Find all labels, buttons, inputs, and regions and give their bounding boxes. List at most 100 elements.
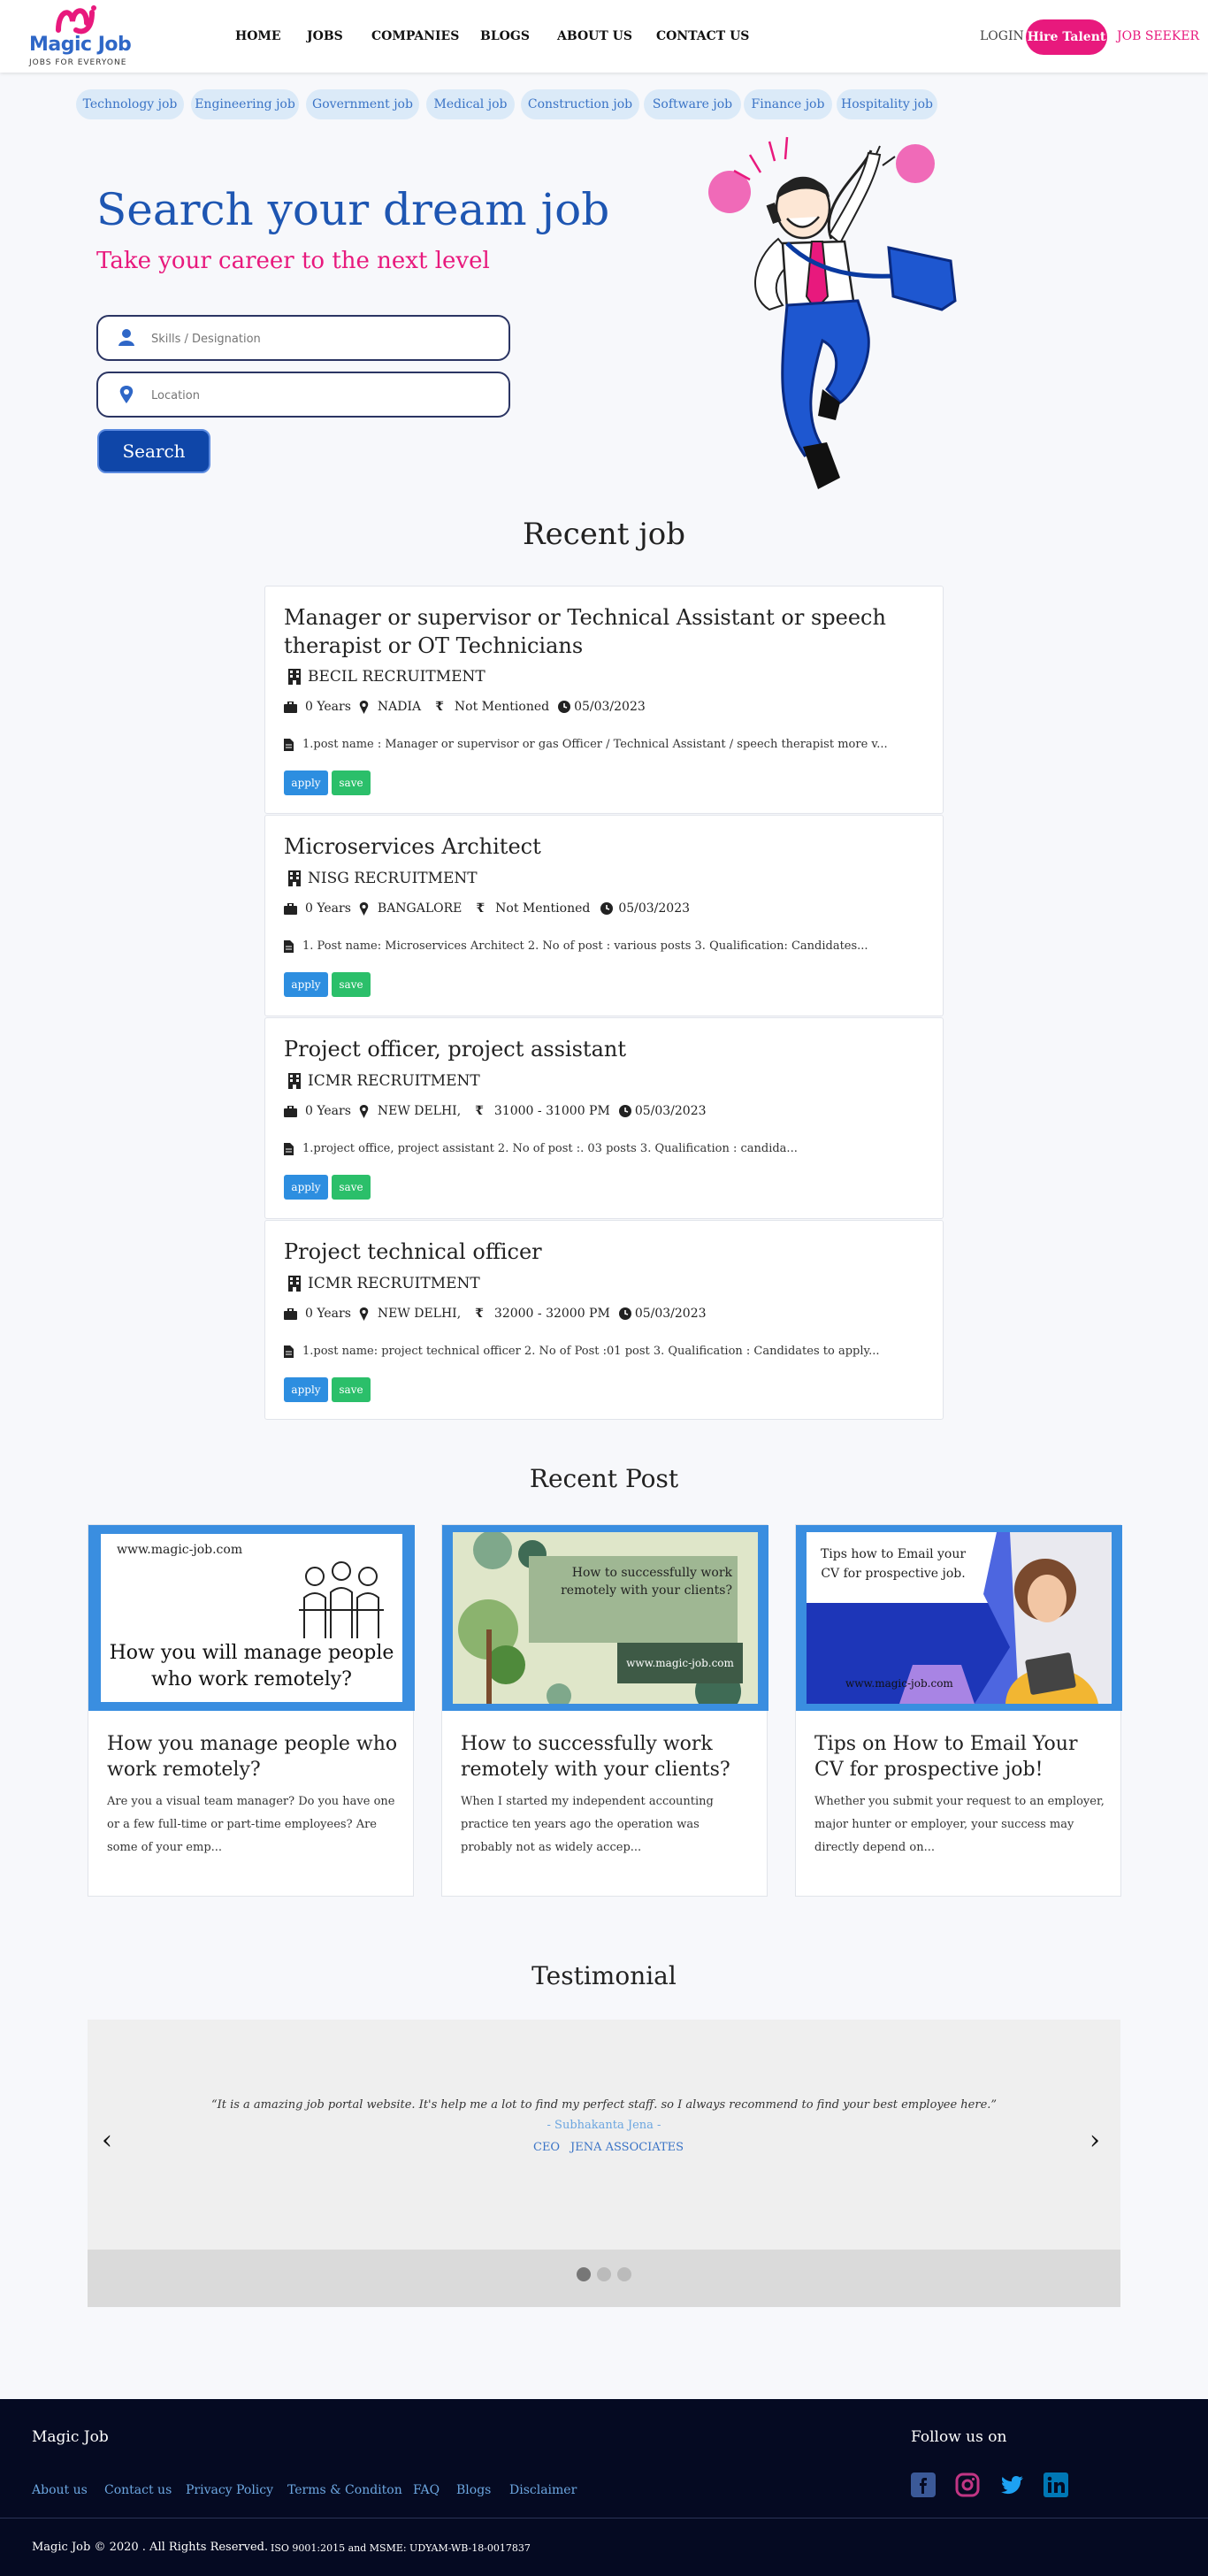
location-field[interactable] xyxy=(96,372,510,418)
company-name[interactable]: ICMR RECRUITMENT xyxy=(308,1275,480,1292)
post-card[interactable]: www.magic-job.com How you will manage pe… xyxy=(88,1524,415,1897)
post-image[interactable]: Tips how to Email your CV for prospectiv… xyxy=(796,1525,1122,1711)
job-location: BANGALORE xyxy=(377,901,463,916)
job-title[interactable]: Microservices Architect xyxy=(284,832,903,861)
map-pin-icon xyxy=(119,386,134,403)
facebook-icon[interactable] xyxy=(911,2472,936,2497)
save-button[interactable]: save xyxy=(332,972,371,997)
rupee-icon: ₹ xyxy=(435,700,444,714)
job-date: 05/03/2023 xyxy=(634,1104,707,1118)
nav-jobs[interactable]: JOBS xyxy=(307,29,343,43)
clock-icon xyxy=(618,1105,631,1117)
job-description: 1.project office, project assistant 2. N… xyxy=(284,1142,798,1155)
carousel-prev-icon[interactable]: ‹ xyxy=(102,2125,112,2156)
category-pill[interactable]: Government job xyxy=(306,89,419,119)
category-pill[interactable]: Technology job xyxy=(76,89,184,119)
job-experience: 0 Years xyxy=(305,1307,351,1321)
job-card[interactable]: Microservices Architect NISG RECRUITMENT… xyxy=(264,815,944,1016)
nav-home[interactable]: HOME xyxy=(235,29,281,43)
job-card[interactable]: Project officer, project assistant ICMR … xyxy=(264,1017,944,1219)
job-title[interactable]: Project officer, project assistant xyxy=(284,1035,903,1063)
map-pin-icon xyxy=(359,700,369,714)
building-icon xyxy=(288,870,301,886)
post-title[interactable]: Tips on How to Email Your CV for prospec… xyxy=(814,1731,1106,1782)
nav-about-us[interactable]: ABOUT US xyxy=(557,29,632,43)
post-image[interactable]: How to successfully work remotely with y… xyxy=(442,1525,768,1711)
job-title[interactable]: Manager or supervisor or Technical Assis… xyxy=(284,603,903,660)
nav-blogs[interactable]: BLOGS xyxy=(480,29,530,43)
footer-link-faq[interactable]: FAQ xyxy=(413,2483,440,2497)
post-card[interactable]: Tips how to Email your CV for prospectiv… xyxy=(795,1524,1122,1897)
instagram-icon[interactable] xyxy=(955,2472,980,2497)
post-card[interactable]: How to successfully work remotely with y… xyxy=(441,1524,768,1897)
company-name[interactable]: NISG RECRUITMENT xyxy=(308,870,478,887)
category-pill[interactable]: Medical job xyxy=(426,89,515,119)
job-card[interactable]: Manager or supervisor or Technical Assis… xyxy=(264,586,944,814)
carousel-next-icon[interactable]: › xyxy=(1089,2125,1100,2156)
job-salary: Not Mentioned xyxy=(454,700,550,714)
rupee-icon: ₹ xyxy=(475,1104,484,1118)
footer-link-contact[interactable]: Contact us xyxy=(104,2483,172,2497)
rupee-icon: ₹ xyxy=(476,901,485,916)
apply-button[interactable]: apply xyxy=(284,1175,328,1200)
footer-link-disclaimer[interactable]: Disclaimer xyxy=(509,2483,577,2497)
apply-button[interactable]: apply xyxy=(284,770,328,795)
category-pill[interactable]: Construction job xyxy=(521,89,639,119)
job-salary: 31000 - 31000 PM xyxy=(493,1104,610,1118)
job-location: NEW DELHI, xyxy=(377,1307,462,1321)
hire-talent-button[interactable]: Hire Talent xyxy=(1026,19,1107,55)
footer-link-privacy[interactable]: Privacy Policy xyxy=(186,2483,273,2497)
login-link[interactable]: LOGIN xyxy=(980,29,1024,43)
carousel-dot[interactable] xyxy=(597,2267,611,2281)
category-pill[interactable]: Software job xyxy=(644,89,741,119)
company-name[interactable]: ICMR RECRUITMENT xyxy=(308,1072,480,1090)
location-input[interactable] xyxy=(151,384,487,407)
skills-field[interactable] xyxy=(96,315,510,361)
briefcase-icon xyxy=(284,701,297,713)
post-title[interactable]: How you manage people who work remotely? xyxy=(107,1731,399,1782)
footer-link-blogs[interactable]: Blogs xyxy=(456,2483,491,2497)
logo-tagline: JOBS FOR EVERYONE xyxy=(29,58,127,67)
post-excerpt: When I started my independent accounting… xyxy=(461,1795,714,1854)
job-title[interactable]: Project technical officer xyxy=(284,1238,903,1266)
building-icon xyxy=(288,1073,301,1089)
nav-companies[interactable]: COMPANIES xyxy=(371,29,459,43)
job-salary: 32000 - 32000 PM xyxy=(493,1307,610,1321)
save-button[interactable]: save xyxy=(332,1175,371,1200)
job-description-text: 1.project office, project assistant 2. N… xyxy=(302,1142,798,1155)
job-seeker-link[interactable]: JOB SEEKER xyxy=(1117,29,1199,43)
footer-link-about[interactable]: About us xyxy=(32,2483,88,2497)
category-pill[interactable]: Engineering job xyxy=(191,89,299,119)
category-pill[interactable]: Hospitality job xyxy=(837,89,937,119)
carousel-dot[interactable] xyxy=(617,2267,631,2281)
category-pill[interactable]: Finance job xyxy=(744,89,832,119)
nav-contact-us[interactable]: CONTACT US xyxy=(656,29,749,43)
footer-iso: ISO 9001:2015 and MSME: UDYAM-WB-18-0017… xyxy=(271,2542,531,2554)
carousel-dot-active[interactable] xyxy=(577,2267,591,2281)
twitter-icon[interactable] xyxy=(999,2472,1024,2497)
job-card[interactable]: Project technical officer ICMR RECRUITME… xyxy=(264,1220,944,1420)
post-title[interactable]: How to successfully work remotely with y… xyxy=(461,1731,753,1782)
logo-title[interactable]: Magic Job xyxy=(29,34,132,56)
recent-job-title: Recent job xyxy=(522,517,686,552)
file-icon xyxy=(284,939,294,953)
job-description: 1.post name: project technical officer 2… xyxy=(284,1345,880,1358)
linkedin-icon[interactable] xyxy=(1044,2472,1068,2497)
search-button[interactable]: Search xyxy=(97,429,210,473)
post-image[interactable]: www.magic-job.com How you will manage pe… xyxy=(88,1525,415,1711)
jumping-man-illustration xyxy=(708,136,957,489)
rupee-icon: ₹ xyxy=(475,1307,484,1321)
save-button[interactable]: save xyxy=(332,1377,371,1402)
apply-button[interactable]: apply xyxy=(284,972,328,997)
company-name[interactable]: BECIL RECRUITMENT xyxy=(308,668,485,686)
post-excerpt: Whether you submit your request to an em… xyxy=(814,1795,1105,1854)
footer-brand: Magic Job xyxy=(32,2428,109,2446)
skills-input[interactable] xyxy=(151,327,487,350)
magic-job-logo-icon[interactable] xyxy=(53,4,106,37)
apply-button[interactable]: apply xyxy=(284,1377,328,1402)
testimonial-company: JENA ASSOCIATES xyxy=(570,2141,684,2154)
post-excerpt: Are you a visual team manager? Do you ha… xyxy=(107,1795,395,1854)
footer-link-terms[interactable]: Terms & Conditon xyxy=(287,2483,402,2497)
company-row: BECIL RECRUITMENT xyxy=(288,668,485,686)
save-button[interactable]: save xyxy=(332,770,371,795)
